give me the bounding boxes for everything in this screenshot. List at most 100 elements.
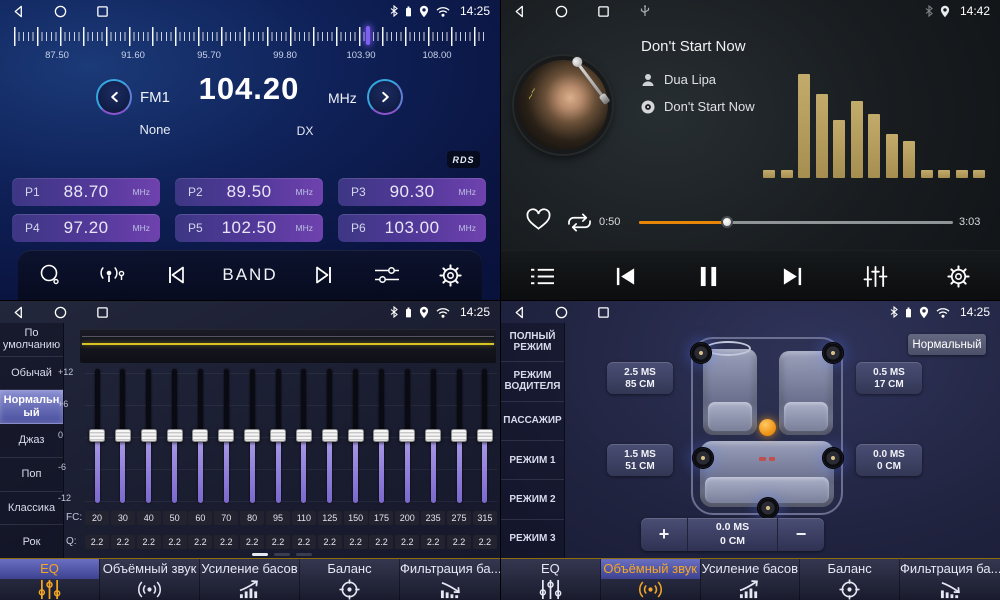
settings-gear-button[interactable]	[941, 259, 975, 293]
eq-preset-item[interactable]: Поп	[0, 458, 63, 492]
eq-q-value[interactable]: 2.2	[85, 535, 109, 549]
eq-q-value[interactable]: 2.2	[421, 535, 445, 549]
eq-fc-value[interactable]: 150	[344, 511, 368, 525]
back-button[interactable]	[10, 3, 26, 19]
slider-handle[interactable]	[141, 429, 157, 442]
eq-q-value[interactable]: 2.2	[447, 535, 471, 549]
eq-q-value[interactable]: 2.2	[369, 535, 393, 549]
home-button[interactable]	[52, 304, 68, 320]
preset-button-2[interactable]: P289.50MHz	[175, 178, 323, 206]
pause-button[interactable]	[692, 259, 726, 293]
eq-preset-item[interactable]: Нормальный	[0, 390, 63, 424]
tab-eq[interactable]: EQ	[501, 559, 600, 600]
eq-q-value[interactable]: 2.2	[266, 535, 290, 549]
slider-handle[interactable]	[218, 429, 234, 442]
eq-fc-value[interactable]: 70	[214, 511, 238, 525]
delay-front-left-button[interactable]: 2.5 MS 85 CM	[607, 362, 673, 394]
eq-band-slider[interactable]	[266, 366, 290, 506]
eq-preset-item[interactable]: Обычай	[0, 357, 63, 391]
eq-band-slider[interactable]	[111, 366, 135, 506]
eq-fc-value[interactable]: 30	[111, 511, 135, 525]
slider-handle[interactable]	[270, 429, 286, 442]
slider-handle[interactable]	[167, 429, 183, 442]
sound-profile-button[interactable]: Нормальный	[908, 334, 986, 355]
eq-fc-value[interactable]: 200	[395, 511, 419, 525]
recents-button[interactable]	[94, 304, 110, 320]
eq-fc-value[interactable]: 95	[266, 511, 290, 525]
eq-preset-item[interactable]: Джаз	[0, 424, 63, 458]
back-button[interactable]	[10, 304, 26, 320]
eq-fc-value[interactable]: 315	[473, 511, 497, 525]
slider-handle[interactable]	[451, 429, 467, 442]
tab-eq[interactable]: EQ	[0, 559, 99, 600]
eq-preset-item[interactable]: По умолчанию	[0, 323, 63, 357]
preset-button-1[interactable]: P188.70MHz	[12, 178, 160, 206]
eq-q-value[interactable]: 2.2	[240, 535, 264, 549]
eq-band-slider[interactable]	[188, 366, 212, 506]
tab-filter[interactable]: Фильтрация ба...	[899, 559, 1000, 600]
eq-q-value[interactable]: 2.2	[111, 535, 135, 549]
eq-fc-value[interactable]: 110	[292, 511, 316, 525]
slider-handle[interactable]	[296, 429, 312, 442]
listening-mode-item[interactable]: ПОЛНЫЙ РЕЖИМ	[501, 323, 564, 362]
eq-band-slider[interactable]	[369, 366, 393, 506]
preset-button-5[interactable]: P5102.50MHz	[175, 214, 323, 242]
eq-q-value[interactable]: 2.2	[344, 535, 368, 549]
eq-band-slider[interactable]	[137, 366, 161, 506]
delay-front-right-button[interactable]: 0.5 MS 17 CM	[856, 362, 922, 394]
tab-surround[interactable]: Объёмный звук	[600, 559, 700, 600]
back-button[interactable]	[511, 3, 527, 19]
eq-fc-value[interactable]: 40	[137, 511, 161, 525]
next-station-button[interactable]	[307, 258, 341, 292]
preset-button-4[interactable]: P497.20MHz	[12, 214, 160, 242]
previous-station-button[interactable]	[159, 258, 193, 292]
eq-q-value[interactable]: 2.2	[292, 535, 316, 549]
eq-page-indicator[interactable]	[64, 553, 500, 556]
eq-preset-item[interactable]: Классика	[0, 492, 63, 526]
previous-track-button[interactable]	[609, 259, 643, 293]
slider-handle[interactable]	[89, 429, 105, 442]
eq-band-slider[interactable]	[447, 366, 471, 506]
tab-balance[interactable]: Баланс	[799, 559, 899, 600]
equalizer-mixer-button[interactable]	[858, 259, 892, 293]
slider-handle[interactable]	[373, 429, 389, 442]
tune-up-button[interactable]	[367, 79, 403, 115]
tab-bass-boost[interactable]: Усиление басов	[700, 559, 800, 600]
eq-band-slider[interactable]	[473, 366, 497, 506]
eq-band-slider[interactable]	[163, 366, 187, 506]
slider-handle[interactable]	[348, 429, 364, 442]
home-button[interactable]	[52, 3, 68, 19]
slider-handle[interactable]	[115, 429, 131, 442]
tab-balance[interactable]: Баланс	[299, 559, 399, 600]
home-button[interactable]	[553, 304, 569, 320]
repeat-button[interactable]	[565, 211, 594, 234]
eq-fc-value[interactable]: 60	[188, 511, 212, 525]
preset-button-3[interactable]: P390.30MHz	[338, 178, 486, 206]
band-button[interactable]: BAND	[222, 258, 277, 292]
eq-q-value[interactable]: 2.2	[137, 535, 161, 549]
eq-band-slider[interactable]	[395, 366, 419, 506]
listening-mode-item[interactable]: ПАССАЖИР	[501, 402, 564, 441]
slider-handle[interactable]	[477, 429, 493, 442]
playlist-button[interactable]	[526, 259, 560, 293]
slider-handle[interactable]	[244, 429, 260, 442]
eq-band-slider[interactable]	[214, 366, 238, 506]
eq-band-slider[interactable]	[344, 366, 368, 506]
listening-mode-item[interactable]: РЕЖИМ 2	[501, 480, 564, 519]
delay-rear-left-button[interactable]: 1.5 MS 51 CM	[607, 444, 673, 476]
eq-fc-value[interactable]: 20	[85, 511, 109, 525]
eq-fc-value[interactable]: 80	[240, 511, 264, 525]
eq-fc-value[interactable]: 275	[447, 511, 471, 525]
eq-q-value[interactable]: 2.2	[318, 535, 342, 549]
eq-q-value[interactable]: 2.2	[395, 535, 419, 549]
listening-mode-item[interactable]: РЕЖИМ 3	[501, 520, 564, 558]
recents-button[interactable]	[595, 3, 611, 19]
tab-surround[interactable]: Объёмный звук	[99, 559, 199, 600]
decrease-delay-button[interactable]: −	[778, 518, 824, 551]
eq-fc-value[interactable]: 235	[421, 511, 445, 525]
eq-master-strip[interactable]	[80, 329, 496, 363]
back-button[interactable]	[511, 304, 527, 320]
eq-band-slider[interactable]	[421, 366, 445, 506]
eq-fc-value[interactable]: 50	[163, 511, 187, 525]
tab-filter[interactable]: Фильтрация ба...	[399, 559, 500, 600]
